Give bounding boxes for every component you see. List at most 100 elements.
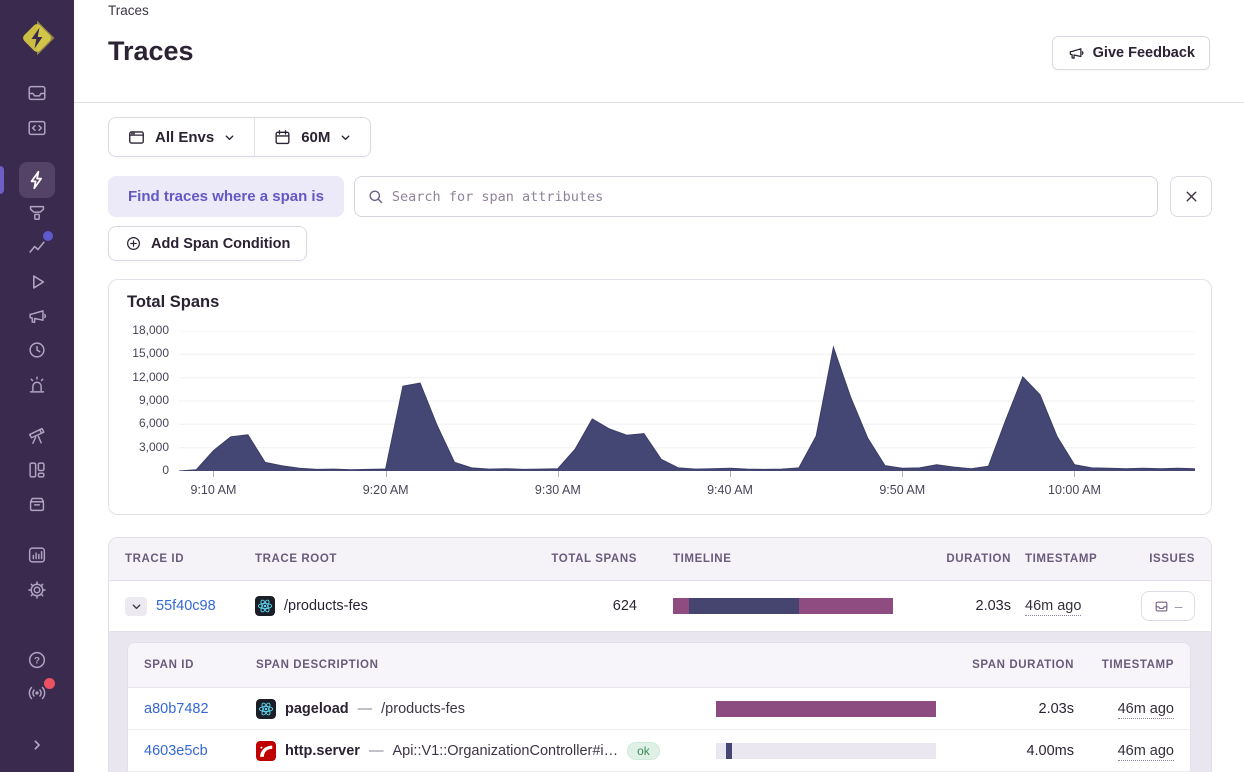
y-tick-label: 0 (162, 463, 169, 477)
sidebar-item-discover[interactable] (19, 417, 55, 453)
x-tick-label: 9:40 AM (707, 483, 753, 497)
help-icon: ? (28, 651, 46, 669)
col-timeline: TIMELINE (673, 553, 732, 565)
trace-timestamp: 46m ago (1025, 598, 1082, 616)
chart-y-axis-labels: 0 3,000 6,000 9,000 12,000 15,000 18,000 (109, 323, 169, 477)
add-span-condition-button[interactable]: Add Span Condition (108, 226, 308, 261)
sidebar-collapse-button[interactable] (19, 727, 55, 763)
calendar-icon (275, 129, 290, 144)
span-id-link[interactable]: 4603e5cb (144, 743, 208, 759)
trace-row[interactable]: 55f40c98 /products-fes 624 2.03s 46m ago… (109, 581, 1211, 631)
collapse-chevron-icon (34, 740, 40, 750)
col-trace-root: TRACE ROOT (255, 553, 338, 565)
span-row[interactable]: 4603e5cb http.server — Api::V1::Organiza… (128, 730, 1190, 772)
whats-new-notification-dot (44, 678, 55, 689)
sidebar-item-alerts[interactable] (19, 367, 55, 403)
span-table: SPAN ID SPAN DESCRIPTION SPAN DURATION T… (127, 642, 1191, 772)
clear-search-button[interactable] (1170, 176, 1212, 217)
total-spans-chart-panel: Total Spans 0 3,000 6,000 9,000 12,000 15,000… (108, 279, 1212, 515)
span-bar-fill (716, 700, 936, 717)
span-timestamp: 46m ago (1117, 742, 1174, 761)
x-tick-mark (1074, 471, 1076, 477)
svg-text:?: ? (34, 656, 40, 667)
trace-root-name: /products-fes (284, 598, 368, 614)
time-range-dropdown[interactable]: 60M (255, 118, 370, 156)
profiling-icon (29, 205, 45, 220)
sidebar-item-stats[interactable] (19, 537, 55, 573)
alerts-siren-icon (29, 376, 45, 393)
total-spans-value: 624 (612, 598, 637, 614)
replays-play-icon (33, 275, 45, 289)
feedback-megaphone-icon (29, 310, 47, 324)
trace-duration: 2.03s (975, 598, 1011, 614)
span-description: /products-fes (381, 700, 465, 717)
sidebar: ? (0, 0, 74, 772)
x-tick-mark (730, 471, 732, 477)
y-tick-label: 9,000 (138, 393, 169, 407)
col-span-id: SPAN ID (144, 659, 194, 671)
trace-issues-button[interactable]: – (1141, 591, 1195, 621)
col-span-timestamp: TIMESTAMP (1101, 659, 1174, 671)
span-duration-bar (716, 700, 936, 717)
chevron-down-icon (225, 134, 234, 140)
search-input[interactable] (391, 188, 1145, 205)
chart-title: Total Spans (127, 293, 220, 311)
x-tick-label: 9:10 AM (190, 483, 237, 497)
y-tick-label: 3,000 (138, 439, 169, 454)
x-tick-label: 10:00 AM (1048, 483, 1101, 497)
insights-notification-dot (43, 231, 53, 241)
plus-circle-icon (127, 237, 140, 250)
x-tick-label: 9:50 AM (879, 483, 926, 497)
col-timestamp: TIMESTAMP (1025, 553, 1098, 565)
traces-table-header: TRACE ID TRACE ROOT TOTAL SPANS TIMELINE… (109, 538, 1211, 581)
time-range-value: 60M (301, 128, 331, 146)
y-tick-label: 18,000 (132, 323, 169, 337)
span-op: http.server (285, 742, 360, 759)
sidebar-item-dashboards[interactable] (19, 452, 55, 488)
span-id-link[interactable]: a80b7482 (144, 701, 209, 717)
rails-icon (256, 740, 276, 761)
sidebar-item-explore-traces[interactable] (19, 162, 55, 198)
breadcrumb[interactable]: Traces (108, 3, 149, 18)
span-row[interactable]: a80b7482 pageload — /products-fes 2.03s … (128, 688, 1190, 730)
sidebar-item-issues[interactable] (19, 75, 55, 111)
sidebar-item-crons[interactable] (19, 486, 55, 522)
span-duration: 2.03s (1038, 700, 1074, 717)
x-tick-label: 9:20 AM (362, 483, 409, 497)
col-issues: ISSUES (1149, 553, 1195, 565)
col-total-spans: TOTAL SPANS (551, 553, 637, 565)
app-logo-icon[interactable] (17, 18, 57, 58)
x-tick-mark (213, 471, 215, 477)
megaphone-icon (1069, 48, 1084, 59)
trace-timeline-bar (673, 598, 893, 614)
give-feedback-button[interactable]: Give Feedback (1051, 36, 1210, 70)
span-bar-fill (725, 742, 733, 759)
dashboards-icon (29, 462, 45, 478)
span-table-wrapper: SPAN ID SPAN DESCRIPTION SPAN DURATION T… (109, 631, 1211, 772)
sidebar-item-replays[interactable] (19, 264, 55, 300)
projects-icon (28, 120, 46, 136)
filter-bar: All Envs 60M (108, 117, 372, 157)
y-tick-label: 6,000 (138, 416, 169, 431)
trace-id-link[interactable]: 55f40c98 (156, 598, 216, 614)
sidebar-item-feedback[interactable] (19, 298, 55, 334)
chart-plot-area[interactable] (178, 330, 1196, 472)
timeline-segment (689, 598, 800, 614)
issues-icon (28, 85, 46, 101)
crons-archive-icon (29, 497, 45, 512)
sidebar-item-releases[interactable] (19, 332, 55, 368)
collapse-trace-button[interactable] (125, 596, 147, 616)
issues-count: – (1174, 598, 1183, 614)
sidebar-item-help[interactable]: ? (19, 642, 55, 678)
stats-icon (28, 547, 46, 563)
environment-filter-dropdown[interactable]: All Envs (109, 118, 254, 156)
environment-filter-value: All Envs (155, 128, 215, 146)
sidebar-item-settings[interactable] (19, 572, 55, 608)
timeline-segment (673, 598, 690, 614)
span-timestamp: 46m ago (1117, 700, 1174, 719)
sidebar-item-profiling[interactable] (19, 195, 55, 231)
col-trace-id: TRACE ID (125, 553, 185, 565)
span-attribute-search[interactable] (353, 176, 1158, 217)
span-duration: 4.00ms (1026, 742, 1074, 759)
sidebar-item-projects[interactable] (19, 110, 55, 146)
